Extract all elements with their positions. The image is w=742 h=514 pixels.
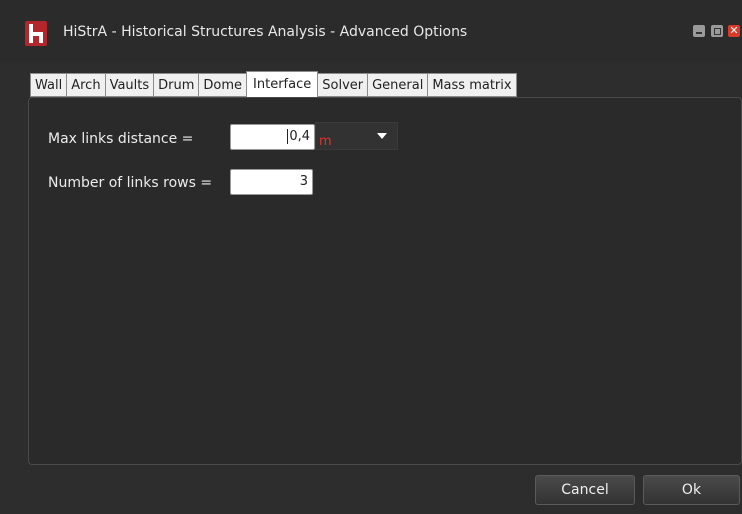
max-links-distance-input[interactable]: 0,4 [230,124,315,150]
max-links-distance-value: 0,4 [289,129,310,144]
advanced-options-window: HiStrA - Historical Structures Analysis … [0,0,742,514]
tab-mass-matrix[interactable]: Mass matrix [427,73,517,97]
tab-general[interactable]: General [367,73,429,97]
ok-button[interactable]: Ok [643,475,740,505]
max-links-distance-label: Max links distance = [48,131,194,147]
tab-vaults[interactable]: Vaults [104,73,155,97]
tab-interface[interactable]: Interface [246,71,319,97]
title-bar[interactable]: HiStrA - Historical Structures Analysis … [0,0,742,62]
close-icon[interactable]: ✕ [728,25,740,37]
options-tab-strip: Wall Arch Vaults Drum Dome Interface Sol… [30,71,517,97]
histra-logo-icon [25,21,47,46]
tab-solver[interactable]: Solver [317,73,369,97]
window-title: HiStrA - Historical Structures Analysis … [63,24,468,40]
number-of-links-rows-input[interactable]: 3 [230,169,313,195]
interface-tab-panel [28,97,742,465]
minimize-icon[interactable] [693,25,705,37]
number-of-links-rows-label: Number of links rows = [48,175,213,191]
cancel-button[interactable]: Cancel [535,475,635,505]
maximize-icon[interactable] [711,25,723,37]
chevron-down-icon[interactable] [377,133,387,139]
tab-drum[interactable]: Drum [153,73,200,97]
unit-value: m [319,134,332,149]
tab-dome[interactable]: Dome [198,73,248,97]
tab-wall[interactable]: Wall [30,73,68,97]
tab-arch[interactable]: Arch [66,73,106,97]
